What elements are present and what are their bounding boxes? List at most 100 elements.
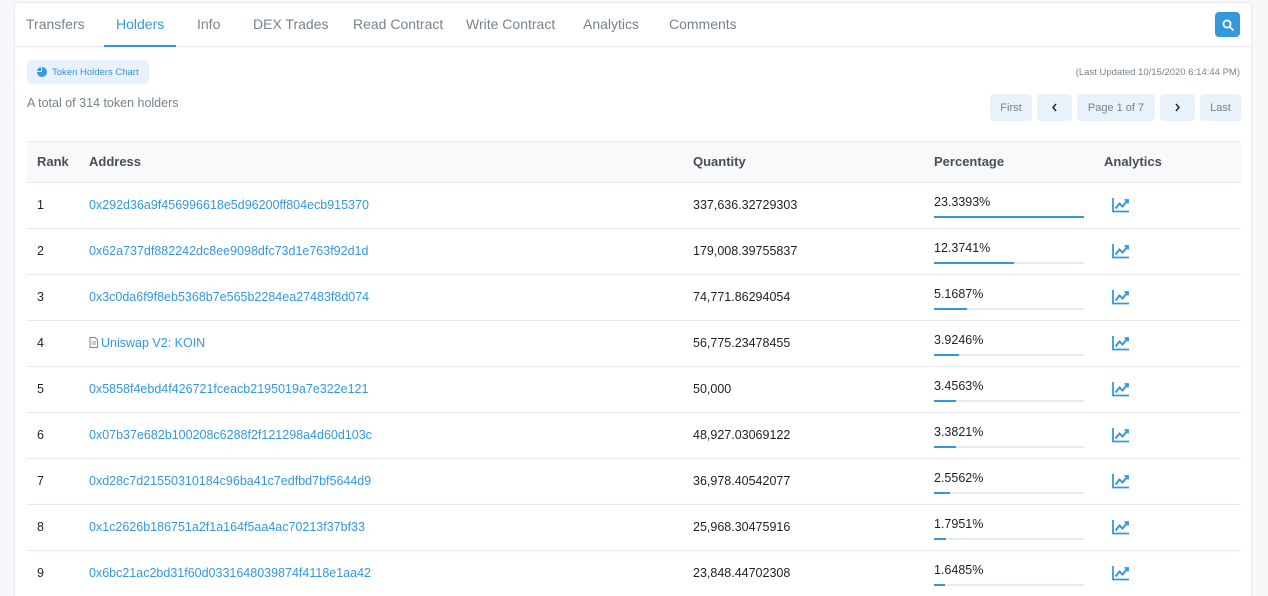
tab-analytics[interactable]: Analytics: [583, 3, 639, 47]
tab-bar: Transfers Holders Info DEX Trades Read C…: [15, 3, 1251, 47]
table-row: 8 0x1c2626b186751a2f1a164f5aa4ac70213f37b…: [27, 505, 1241, 551]
address-cell: 0x62a737df882242dc8ee9098dfc73d1e763f92d…: [89, 229, 368, 274]
rank-cell: 4: [37, 336, 44, 350]
address-link[interactable]: 0xd28c7d21550310184c96ba41c7edfbd7bf5644…: [89, 474, 371, 488]
percentage-cell: 3.4563%: [934, 367, 1084, 413]
table-row: 6 0x07b37e682b100208c6288f2f121298a4d60d1…: [27, 413, 1241, 459]
holders-table: Rank Address Quantity Percentage Analyti…: [27, 141, 1241, 596]
address-link[interactable]: 0x62a737df882242dc8ee9098dfc73d1e763f92d…: [89, 244, 368, 258]
line-chart-icon[interactable]: [1112, 289, 1130, 305]
percentage-value: 3.4563%: [934, 379, 984, 393]
percentage-bar-fill: [934, 446, 956, 448]
line-chart-icon[interactable]: [1112, 427, 1130, 443]
next-page-button[interactable]: [1160, 94, 1195, 121]
pie-chart-icon: [37, 67, 47, 77]
percentage-cell: 12.3741%: [934, 229, 1084, 275]
percentage-bar-fill: [934, 354, 960, 356]
table-row: 7 0xd28c7d21550310184c96ba41c7edfbd7bf564…: [27, 459, 1241, 505]
percentage-bar: [934, 446, 1084, 448]
percentage-bar-fill: [934, 216, 1084, 218]
percentage-cell: 2.5562%: [934, 459, 1084, 505]
address-link[interactable]: 0x6bc21ac2bd31f60d0331648039874f4118e1aa…: [89, 566, 371, 580]
quantity-cell: 36,978.40542077: [693, 474, 791, 488]
header-analytics: Analytics: [1104, 154, 1162, 169]
quantity-cell: 48,927.03069122: [693, 428, 791, 442]
rank-cell: 7: [37, 474, 44, 488]
table-row: 4 Uniswap V2: KOIN 56,775.23478455 3.9246%: [27, 321, 1241, 367]
holders-card: Transfers Holders Info DEX Trades Read C…: [14, 2, 1252, 596]
table-row: 1 0x292d36a9f456996618e5d96200ff804ecb915…: [27, 183, 1241, 229]
line-chart-icon[interactable]: [1112, 197, 1130, 213]
last-page-button[interactable]: Last: [1200, 94, 1241, 121]
address-cell: 0x6bc21ac2bd31f60d0331648039874f4118e1aa…: [89, 551, 371, 596]
address-link[interactable]: 0x5858f4ebd4f426721fceacb2195019a7e322e1…: [89, 382, 368, 396]
percentage-cell: 5.1687%: [934, 275, 1084, 321]
percentage-bar-fill: [934, 400, 957, 402]
search-button[interactable]: [1215, 12, 1240, 37]
tab-transfers[interactable]: Transfers: [26, 3, 85, 47]
percentage-value: 23.3393%: [934, 195, 991, 209]
address-link[interactable]: 0x1c2626b186751a2f1a164f5aa4ac70213f37bf…: [89, 520, 365, 534]
table-row: 5 0x5858f4ebd4f426721fceacb2195019a7e322e…: [27, 367, 1241, 413]
percentage-value: 1.7951%: [934, 517, 984, 531]
table-body: 1 0x292d36a9f456996618e5d96200ff804ecb915…: [27, 183, 1241, 596]
percentage-bar-fill: [934, 492, 951, 494]
header-rank: Rank: [37, 154, 69, 169]
address-link[interactable]: 0x07b37e682b100208c6288f2f121298a4d60d10…: [89, 428, 372, 442]
percentage-cell: 1.7951%: [934, 505, 1084, 551]
table-row: 9 0x6bc21ac2bd31f60d0331648039874f4118e1a…: [27, 551, 1241, 596]
quantity-cell: 56,775.23478455: [693, 336, 791, 350]
address-link[interactable]: 0x3c0da6f9f8eb5368b7e565b2284ea27483f8d0…: [89, 290, 369, 304]
percentage-bar: [934, 492, 1084, 494]
rank-cell: 3: [37, 290, 44, 304]
address-link[interactable]: Uniswap V2: KOIN: [101, 336, 205, 350]
header-percentage: Percentage: [934, 154, 1005, 169]
table-row: 3 0x3c0da6f9f8eb5368b7e565b2284ea27483f8d…: [27, 275, 1241, 321]
prev-page-button[interactable]: [1037, 94, 1072, 121]
line-chart-icon[interactable]: [1112, 335, 1130, 351]
token-holders-chart-button[interactable]: Token Holders Chart: [27, 60, 149, 84]
rank-cell: 8: [37, 520, 44, 534]
rank-cell: 6: [37, 428, 44, 442]
tab-holders[interactable]: Holders: [104, 3, 177, 47]
line-chart-icon[interactable]: [1112, 565, 1130, 581]
quantity-cell: 23,848.44702308: [693, 566, 791, 580]
percentage-value: 3.9246%: [934, 333, 984, 347]
address-link[interactable]: 0x292d36a9f456996618e5d96200ff804ecb9153…: [89, 198, 369, 212]
tab-read-contract[interactable]: Read Contract: [353, 3, 443, 47]
chevron-right-icon: [1175, 103, 1180, 112]
tab-info[interactable]: Info: [197, 3, 220, 47]
percentage-bar-fill: [934, 584, 945, 586]
line-chart-icon[interactable]: [1112, 473, 1130, 489]
percentage-bar-fill: [934, 538, 946, 540]
search-icon: [1222, 19, 1234, 31]
rank-cell: 5: [37, 382, 44, 396]
address-cell: 0x1c2626b186751a2f1a164f5aa4ac70213f37bf…: [89, 505, 365, 550]
last-updated-text: (Last Updated 10/15/2020 6:14:44 PM): [1075, 67, 1240, 78]
percentage-value: 1.6485%: [934, 563, 984, 577]
address-cell: 0x5858f4ebd4f426721fceacb2195019a7e322e1…: [89, 367, 368, 412]
address-cell: 0x292d36a9f456996618e5d96200ff804ecb9153…: [89, 183, 369, 228]
line-chart-icon[interactable]: [1112, 243, 1130, 259]
percentage-bar: [934, 354, 1084, 356]
rank-cell: 2: [37, 244, 44, 258]
percentage-cell: 23.3393%: [934, 183, 1084, 229]
header-address: Address: [89, 154, 142, 169]
chevron-left-icon: [1052, 103, 1057, 112]
tab-write-contract[interactable]: Write Contract: [466, 3, 555, 47]
line-chart-icon[interactable]: [1112, 519, 1130, 535]
header-quantity: Quantity: [693, 154, 746, 169]
address-cell: 0x3c0da6f9f8eb5368b7e565b2284ea27483f8d0…: [89, 275, 369, 320]
percentage-value: 12.3741%: [934, 241, 991, 255]
tab-comments[interactable]: Comments: [669, 3, 737, 47]
total-holders-text: A total of 314 token holders: [27, 96, 179, 110]
percentage-bar: [934, 216, 1084, 218]
rank-cell: 9: [37, 566, 44, 580]
percentage-bar: [934, 262, 1084, 264]
line-chart-icon[interactable]: [1112, 381, 1130, 397]
percentage-bar: [934, 308, 1084, 310]
first-page-button[interactable]: First: [990, 94, 1032, 121]
quantity-cell: 179,008.39755837: [693, 244, 798, 258]
percentage-bar-fill: [934, 308, 968, 310]
tab-dex-trades[interactable]: DEX Trades: [253, 3, 328, 47]
